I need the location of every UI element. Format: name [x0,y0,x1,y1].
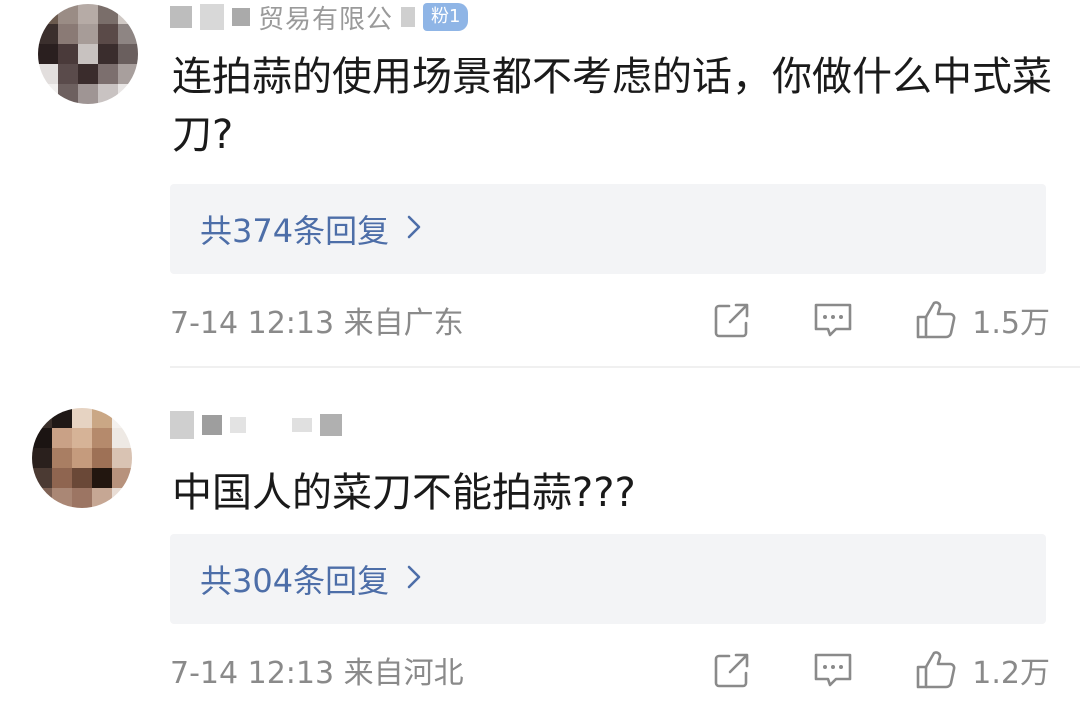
view-replies-link[interactable]: 共374条回复 [200,206,421,252]
avatar[interactable] [32,408,132,508]
pixelated-name-block [230,417,246,433]
pixelated-name-block [401,7,416,27]
comment-item: 中国人的菜刀不能拍蒜??? 共304条回复 7-14 12:13 来自河北 1.… [0,372,1080,702]
reply-box[interactable]: 共304条回复 [170,534,1046,624]
pixelated-name-block [202,415,222,435]
view-replies-link[interactable]: 共304条回复 [200,556,421,602]
comment-icon [814,653,852,687]
comment-meta: 7-14 12:13 来自广东 1.5万 [170,298,1050,342]
share-button[interactable] [712,300,752,340]
share-button[interactable] [712,650,752,690]
chevron-right-icon [407,213,421,246]
comment-actions: 1.2万 [712,648,1050,692]
like-count: 1.2万 [972,656,1050,691]
pixelated-name-block [320,414,342,436]
like-count: 1.5万 [972,306,1050,341]
comment-button[interactable] [812,301,854,339]
comment-meta: 7-14 12:13 来自河北 1.2万 [170,648,1050,692]
share-icon [714,303,749,338]
pixelated-name-block [170,411,194,439]
thumbs-up-icon [916,651,956,689]
time-location: 7-14 12:13 来自河北 [170,656,464,691]
reply-count: 共374条回复 [200,212,390,250]
comment-button[interactable] [812,651,854,689]
like-button[interactable]: 1.5万 [914,298,1050,342]
comment-icon [814,303,852,337]
thumbs-up-icon [916,301,956,339]
reply-count: 共304条回复 [200,562,390,600]
comment-text: 中国人的菜刀不能拍蒜??? [172,470,636,516]
divider [170,366,1080,368]
comment-actions: 1.5万 [712,298,1050,342]
pixelated-name-block [170,6,192,28]
pixelated-name-block [232,8,250,26]
comment-item: 贸易有限公 粉1 连拍蒜的使用场景都不考虑的话，你做什么中式菜刀? 共374条回… [0,0,1080,368]
chevron-right-icon [407,563,421,596]
time-location: 7-14 12:13 来自广东 [170,306,464,341]
username-fragment: 贸易有限公 [258,4,394,35]
like-button[interactable]: 1.2万 [914,648,1050,692]
username[interactable]: 贸易有限公 粉1 [170,2,469,35]
username[interactable] [170,410,342,440]
avatar[interactable] [38,4,138,104]
pixelated-name-block [292,418,312,432]
pixelated-name-block [200,4,224,30]
reply-box[interactable]: 共374条回复 [170,184,1046,274]
fan-badge: 粉1 [423,3,469,31]
share-icon [714,653,749,688]
comment-text: 连拍蒜的使用场景都不考虑的话，你做什么中式菜刀? [172,54,1052,158]
